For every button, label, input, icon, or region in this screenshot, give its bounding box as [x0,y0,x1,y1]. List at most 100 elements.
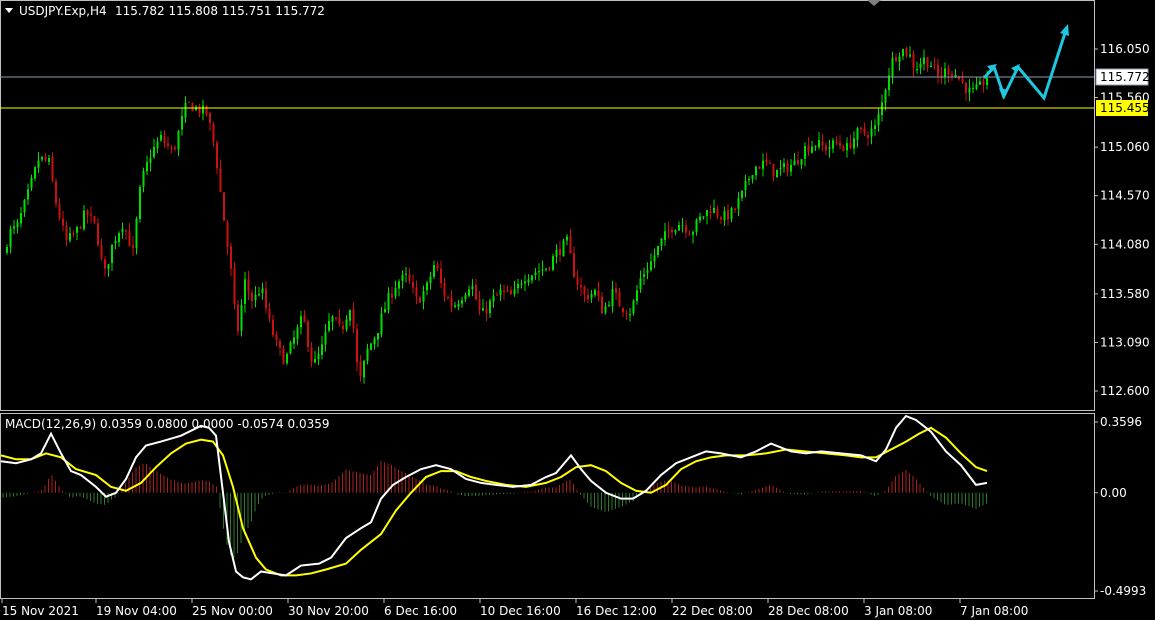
level-price-label: 115.455 [1100,101,1150,115]
candle-body [65,225,68,241]
time-tick-label: 22 Dec 08:00 [672,604,753,618]
candle-body [156,141,159,149]
candle-body [916,69,918,71]
candle-body [671,229,673,233]
candle-body [583,286,586,295]
candle-body [433,265,435,277]
candle-body [646,270,649,273]
candle-body [713,207,715,213]
current-price-tag: 115.772 [1095,68,1150,86]
candle-body [76,226,78,233]
candle-body [919,63,922,68]
candle-body [632,300,635,314]
candle-body [510,290,512,295]
candle-body [258,294,260,296]
candle-body [566,236,568,241]
candle-body [657,245,659,256]
candle-body [545,268,547,270]
candle-body [615,288,617,293]
candle-body [793,160,796,166]
candle-body [464,294,467,300]
candle-body [531,275,533,281]
candle-body [79,227,82,229]
candle-body [825,145,827,151]
candle-body [933,64,936,66]
candle-body [100,244,103,259]
candle-body [429,276,432,283]
trading-chart[interactable]: 116.050115.560115.060114.570114.080113.5… [0,0,1155,620]
candle-body [114,241,117,244]
candle-body [216,142,218,169]
candle-body [832,140,834,149]
candle-body [317,353,320,360]
candle-body [128,230,131,247]
candle-body [233,267,236,305]
candle-body [870,128,873,137]
candle-body [828,147,831,150]
candle-body [461,300,463,304]
candle-body [153,147,155,158]
candle-body [772,164,775,177]
candle-body [296,327,299,339]
candle-body [93,216,96,223]
candle-body [884,89,887,103]
candle-body [790,164,792,172]
candle-body [905,47,908,56]
candle-body [650,261,652,271]
candle-body [895,57,897,62]
candle-body [454,305,456,307]
candle-body [363,360,365,378]
candle-body [758,166,761,170]
candle-body [188,101,190,103]
candle-body [27,189,29,200]
candle-body [888,75,890,91]
candle-body [524,281,526,284]
candle-body [611,288,614,307]
candle-body [163,135,166,144]
candle-body [314,358,316,363]
candle-body [842,146,845,151]
candle-body [608,304,610,306]
candle-body [212,123,215,142]
candle-body [527,279,530,283]
candle-body [741,190,743,199]
candle-body [797,160,799,165]
candle-body [874,125,876,130]
candle-body [923,57,925,65]
candle-body [716,208,719,217]
candle-body [209,113,211,123]
candle-body [293,337,295,344]
candle-body [373,338,376,344]
time-tick-label: 10 Dec 16:00 [480,604,561,618]
candle-body [587,294,589,300]
candle-body [16,222,19,228]
candle-body [720,217,722,220]
candle-body [765,159,768,163]
candle-body [356,328,358,363]
candle-body [699,216,701,221]
candle-body [370,343,372,350]
candle-body [569,235,572,254]
candle-body [146,162,148,172]
candle-body [478,298,481,310]
candle-body [653,255,656,262]
candle-body [359,361,362,377]
candle-body [902,49,904,57]
candle-body [489,300,491,314]
candle-body [244,279,246,304]
candle-body [755,166,757,176]
candle-body [48,158,50,162]
time-tick-label: 6 Dec 16:00 [384,604,457,618]
candle-body [818,140,820,148]
candle-body [786,163,789,172]
price-tick-label: 113.090 [1100,335,1150,349]
candle-body [254,294,257,301]
candle-body [692,232,694,235]
candle-body [447,297,449,299]
candle-body [926,57,929,68]
candle-body [174,147,176,150]
candle-body [846,143,848,151]
candle-body [30,177,33,189]
candle-body [482,308,484,311]
candle-body [538,271,540,273]
